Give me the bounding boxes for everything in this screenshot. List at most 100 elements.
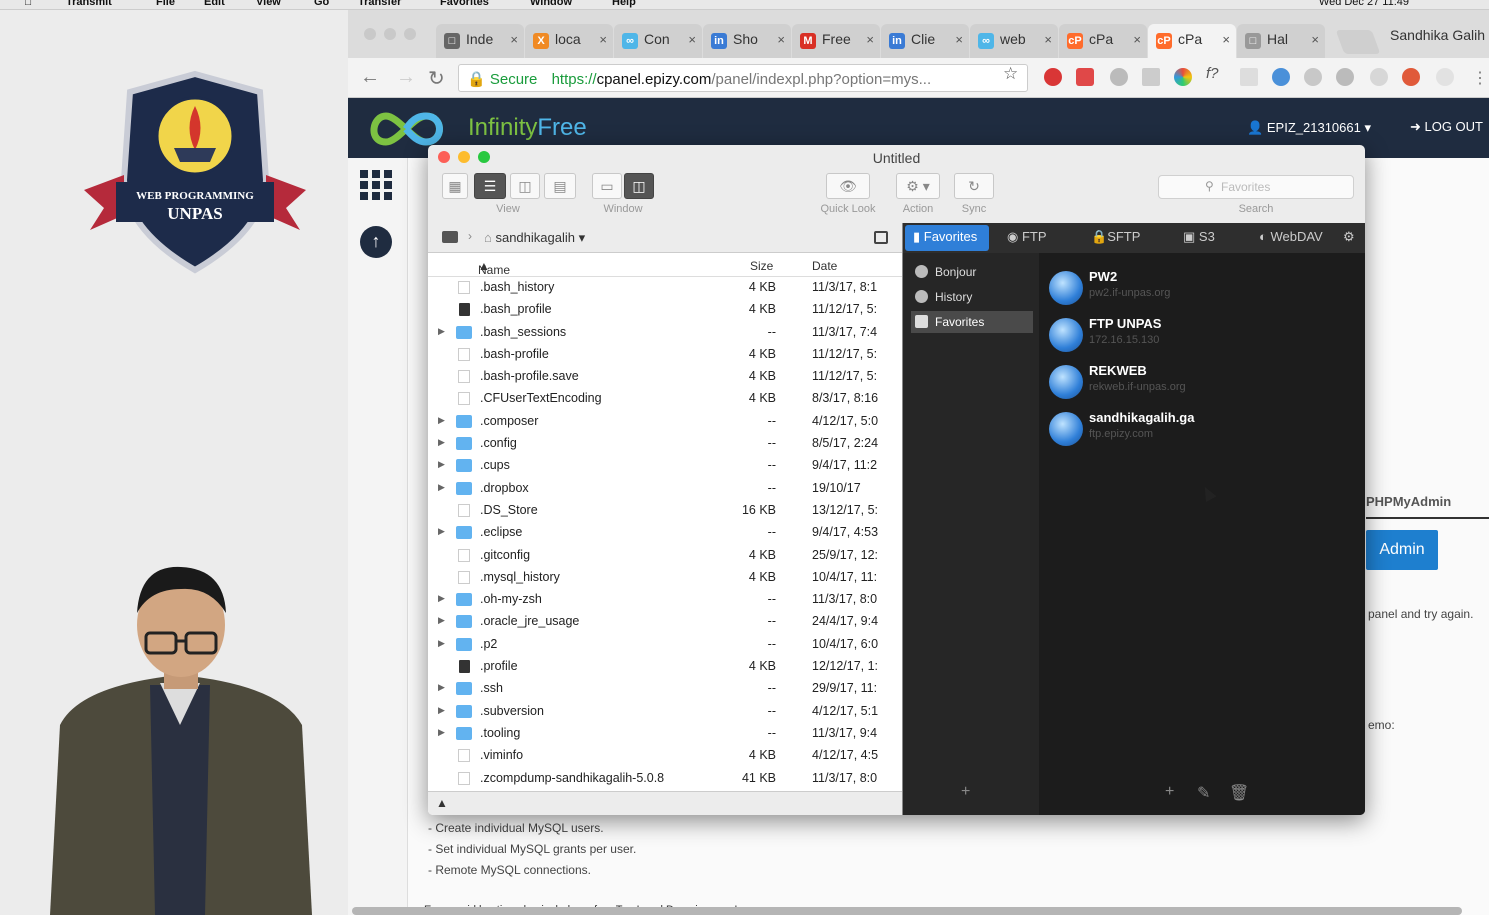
color-picker-extension-icon[interactable] xyxy=(1174,68,1192,86)
file-row[interactable]: ▶ .composer -- 4/12/17, 5:0 xyxy=(428,411,902,433)
menu-favorites[interactable]: Favorites xyxy=(440,0,489,8)
browser-close-button[interactable] xyxy=(364,28,376,40)
disclosure-triangle-icon[interactable]: ▶ xyxy=(438,482,445,493)
file-row[interactable]: .bash_history 4 KB 11/3/17, 8:1 xyxy=(428,277,902,299)
disclosure-triangle-icon[interactable]: ▶ xyxy=(438,415,445,426)
file-row[interactable]: ▶ .oh-my-zsh -- 11/3/17, 8:0 xyxy=(428,589,902,611)
browser-tab[interactable]: □ Hal × xyxy=(1237,24,1325,58)
search-input[interactable]: ⚲ Favorites xyxy=(1158,175,1354,199)
file-row[interactable]: ▶ .tooling -- 11/3/17, 9:4 xyxy=(428,723,902,745)
file-row[interactable]: ▶ .dropbox -- 19/10/17 xyxy=(428,478,902,500)
disclosure-triangle-icon[interactable]: ▶ xyxy=(438,526,445,537)
disclosure-triangle-icon[interactable]: ▶ xyxy=(438,459,445,470)
tab-s3[interactable]: ▣ S3 xyxy=(1183,229,1215,245)
tab-phpmyadmin[interactable]: PHPMyAdmin xyxy=(1366,494,1451,509)
extension-icon[interactable] xyxy=(1336,68,1354,86)
sync-icon[interactable]: ↻ xyxy=(954,173,994,199)
upload-icon[interactable]: ↑ xyxy=(360,226,392,258)
close-tab-icon[interactable]: × xyxy=(1044,32,1052,47)
column-size[interactable]: Size xyxy=(750,259,773,273)
file-row[interactable]: .bash-profile.save 4 KB 11/12/17, 5: xyxy=(428,366,902,388)
file-row[interactable]: ▶ .subversion -- 4/12/17, 5:1 xyxy=(428,701,902,723)
menu-go[interactable]: Go xyxy=(314,0,329,8)
local-path[interactable]: ⌂ sandhikagalih ▾ xyxy=(484,230,585,246)
close-tab-icon[interactable]: × xyxy=(510,32,518,47)
close-tab-icon[interactable]: × xyxy=(599,32,607,47)
menu-window[interactable]: Window xyxy=(530,0,572,8)
browser-tab[interactable]: ∞ Con × xyxy=(614,24,702,58)
close-tab-icon[interactable]: × xyxy=(1311,32,1319,47)
disclosure-triangle-icon[interactable]: ▶ xyxy=(438,593,445,604)
disclosure-triangle-icon[interactable]: ▶ xyxy=(438,437,445,448)
extension-icon[interactable] xyxy=(1402,68,1420,86)
browser-minimize-button[interactable] xyxy=(384,28,396,40)
file-row[interactable]: .DS_Store 16 KB 13/12/17, 5: xyxy=(428,500,902,522)
sidebar-item-favorites[interactable]: Favorites xyxy=(911,311,1033,333)
new-tab-button[interactable] xyxy=(1335,30,1381,54)
logout-button[interactable]: ➜ LOG OUT xyxy=(1410,119,1483,135)
apps-grid-icon[interactable] xyxy=(360,170,394,200)
disclosure-triangle-icon[interactable]: ▶ xyxy=(438,682,445,693)
file-row[interactable]: ▶ .cups -- 9/4/17, 11:2 xyxy=(428,455,902,477)
browser-tab[interactable]: in Sho × xyxy=(703,24,791,58)
menu-file[interactable]: File xyxy=(156,0,175,8)
column-date[interactable]: Date xyxy=(812,259,837,273)
file-row[interactable]: .bash-profile 4 KB 11/12/17, 5: xyxy=(428,344,902,366)
menu-view[interactable]: View xyxy=(256,0,281,8)
tab-sftp[interactable]: 🔒SFTP xyxy=(1091,229,1140,245)
triangle-up-icon[interactable]: ▲ xyxy=(436,796,448,810)
close-tab-icon[interactable]: × xyxy=(777,32,785,47)
tab-webdav[interactable]: ◐ WebDAV xyxy=(1259,229,1323,244)
disclosure-triangle-icon[interactable]: ▶ xyxy=(438,326,445,337)
file-row[interactable]: ▶ .bash_sessions -- 11/3/17, 7:4 xyxy=(428,322,902,344)
favorite-item[interactable]: PW2 pw2.if-unpas.org xyxy=(1049,267,1349,311)
address-bar[interactable]: 🔒 Secure https://cpanel.epizy.com/panel/… xyxy=(458,64,1028,92)
view-columns-button[interactable]: ◫ xyxy=(510,173,540,199)
browser-tab[interactable]: □ Inde × xyxy=(436,24,524,58)
file-row[interactable]: .profile 4 KB 12/12/17, 1: xyxy=(428,656,902,678)
file-row[interactable]: .bash_profile 4 KB 11/12/17, 5: xyxy=(428,299,902,321)
extension-icon[interactable] xyxy=(1240,68,1258,86)
sidebar-item-bonjour[interactable]: Bonjour xyxy=(911,261,1033,283)
extension-icon[interactable] xyxy=(1110,68,1128,86)
browser-tab[interactable]: Xloca × xyxy=(525,24,613,58)
file-row[interactable]: .mysql_history 4 KB 10/4/17, 11: xyxy=(428,567,902,589)
close-tab-icon[interactable]: × xyxy=(1222,32,1230,47)
view-list-button[interactable]: ☰ xyxy=(474,173,506,199)
window-dual-button[interactable]: ◫ xyxy=(624,173,654,199)
browser-tab[interactable]: M Free × xyxy=(792,24,880,58)
tab-ftp[interactable]: ◉ FTP xyxy=(1007,229,1047,245)
browser-tab[interactable]: ∞ web × xyxy=(970,24,1058,58)
admin-button[interactable]: Admin xyxy=(1366,530,1438,570)
menu-help[interactable]: Help xyxy=(612,0,636,8)
eye-icon[interactable]: 👁 xyxy=(826,173,870,199)
gear-icon[interactable]: ⚙ ▾ xyxy=(896,173,940,199)
function-extension-icon[interactable]: f? xyxy=(1206,65,1224,83)
column-name[interactable]: Name ▲ xyxy=(478,259,510,277)
browser-tab[interactable]: in Clie × xyxy=(881,24,969,58)
window-single-button[interactable]: ▭ xyxy=(592,173,622,199)
file-row[interactable]: ▶ .p2 -- 10/4/17, 6:0 xyxy=(428,634,902,656)
extension-icon[interactable] xyxy=(1370,68,1388,86)
close-tab-icon[interactable]: × xyxy=(1133,32,1141,47)
account-menu[interactable]: 👤 EPIZ_21310661 ▾ xyxy=(1247,120,1371,136)
sidebar-item-history[interactable]: History xyxy=(911,286,1033,308)
file-row[interactable]: .CFUserTextEncoding 4 KB 8/3/17, 8:16 xyxy=(428,388,902,410)
disclosure-triangle-icon[interactable]: ▶ xyxy=(438,705,445,716)
favorite-item[interactable]: REKWEB rekweb.if-unpas.org xyxy=(1049,361,1349,405)
tab-favorites[interactable]: ▮ Favorites xyxy=(905,225,989,251)
trash-icon[interactable]: 🗑 xyxy=(1229,783,1249,803)
back-icon[interactable]: ← xyxy=(360,66,380,89)
bookmark-star-icon[interactable]: ☆ xyxy=(1003,64,1018,84)
extension-icon[interactable] xyxy=(1272,68,1290,86)
disclosure-triangle-icon[interactable]: ▶ xyxy=(438,638,445,649)
file-row[interactable]: .gitconfig 4 KB 25/9/17, 12: xyxy=(428,545,902,567)
disclosure-triangle-icon[interactable]: ▶ xyxy=(438,727,445,738)
add-icon[interactable]: + xyxy=(961,783,970,801)
file-row[interactable]: ▶ .ssh -- 29/9/17, 11: xyxy=(428,678,902,700)
favorite-item[interactable]: FTP UNPAS 172.16.15.130 xyxy=(1049,314,1349,358)
forward-icon[interactable]: → xyxy=(396,66,416,89)
browser-tab[interactable]: cP cPa × xyxy=(1059,24,1147,58)
extension-icon[interactable] xyxy=(1142,68,1160,86)
gmail-extension-icon[interactable] xyxy=(1076,68,1094,86)
